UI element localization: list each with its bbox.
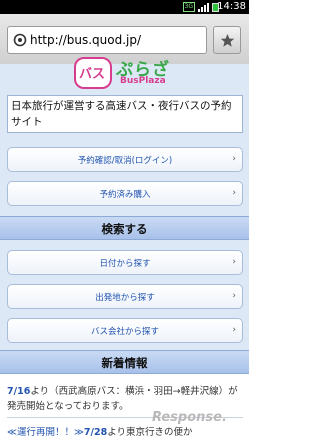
news-item[interactable]: ≪運行再開！！≫7/28より東京行きの便か — [7, 425, 243, 440]
url-text: http://bus.quod.jp/ — [30, 33, 142, 47]
news-date: 7/28 — [83, 427, 108, 438]
status-bar: 3G 14:38 — [0, 0, 249, 14]
purchase-button[interactable]: 予約済み購入 › — [7, 181, 243, 206]
bus-mark: バス — [74, 57, 112, 89]
search-by-date-label: 日付から探す — [99, 259, 151, 269]
refresh-icon[interactable] — [13, 33, 27, 47]
bookmark-button[interactable] — [213, 26, 241, 54]
chevron-right-icon: › — [232, 325, 236, 335]
news-text: より（西武高原バス：横浜・羽田→軽井沢線）が発売開始となっております。 — [7, 386, 238, 412]
news-heading: 新着情報 — [101, 356, 148, 370]
search-by-departure-button[interactable]: 出発地から探す › — [7, 284, 243, 309]
news-text: より東京行きの便か — [107, 427, 193, 438]
chevron-right-icon: › — [232, 291, 236, 301]
news-prefix: ≪運行再開！！≫ — [7, 427, 84, 438]
search-by-company-label: バス会社から探す — [90, 327, 159, 337]
chevron-right-icon: › — [232, 188, 236, 198]
intro-text: 日本旅行が運営する高速バス・夜行バスの予約サイト — [7, 95, 243, 133]
search-heading: 検索する — [101, 222, 148, 236]
network-type: 3G — [182, 2, 195, 12]
logo-subtitle: BusPlaza — [120, 76, 166, 86]
star-icon — [220, 34, 235, 47]
status-time: 14:38 — [217, 1, 246, 12]
news-section-header: 新着情報 — [0, 350, 249, 374]
purchase-button-label: 予約済み購入 — [99, 190, 151, 200]
chevron-right-icon: › — [232, 257, 236, 267]
search-section-header: 検索する — [0, 216, 249, 240]
logo-mark-text: バス — [79, 67, 106, 82]
watermark: Response. — [152, 410, 227, 425]
search-by-date-button[interactable]: 日付から探す › — [7, 250, 243, 275]
login-button[interactable]: 予約確認/取消(ログイン) › — [7, 147, 243, 172]
url-field[interactable]: http://bus.quod.jp/ — [7, 26, 207, 54]
chevron-right-icon: › — [232, 154, 236, 164]
news-date: 7/16 — [7, 386, 31, 397]
signal-icon — [198, 2, 209, 12]
login-button-label: 予約確認/取消(ログイン) — [77, 156, 173, 166]
search-by-departure-label: 出発地から探す — [95, 293, 155, 303]
site-logo[interactable]: バス ぷらざ BusPlaza — [74, 55, 176, 93]
search-by-company-button[interactable]: バス会社から探す › — [7, 318, 243, 343]
status-icons: 3G — [182, 2, 219, 12]
